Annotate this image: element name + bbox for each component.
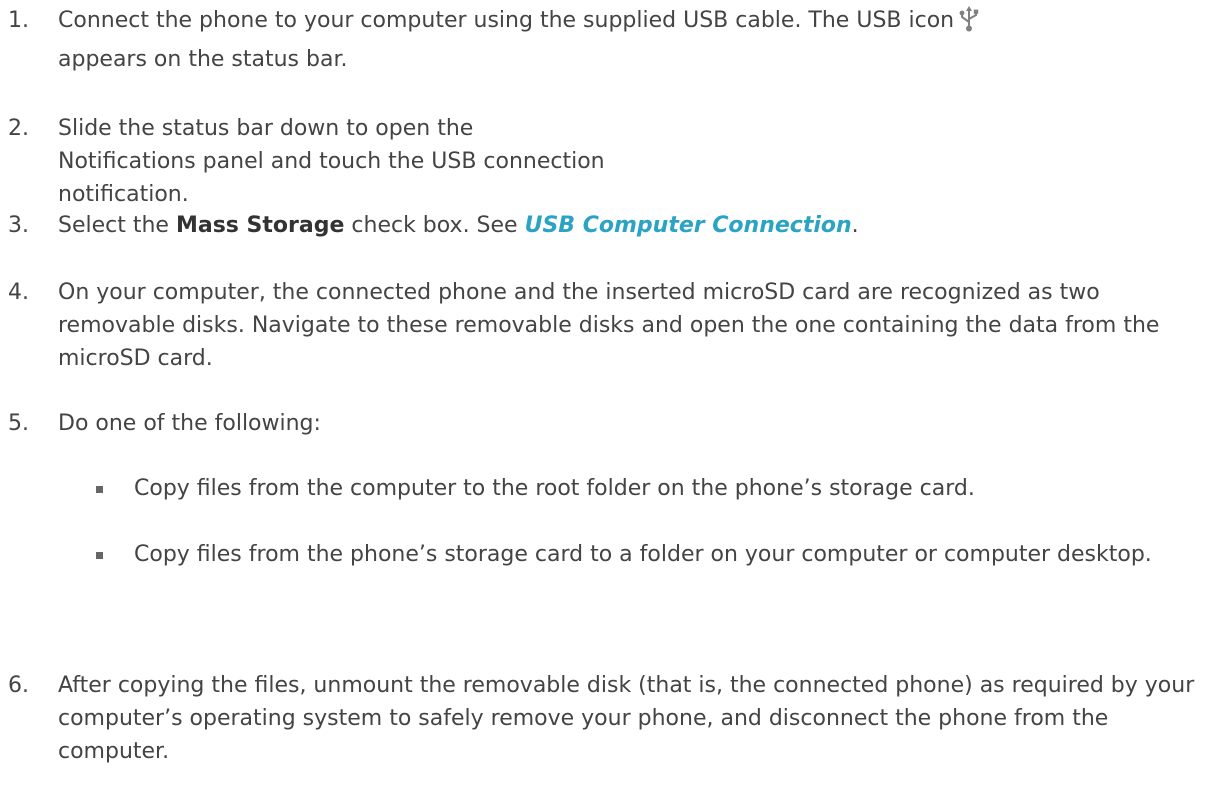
step-number: 3. xyxy=(8,213,29,238)
step-1-text-after-icon: appears on the status bar. xyxy=(58,47,348,72)
step-text: Select the Mass Storage check box. See U… xyxy=(58,209,1195,242)
step-3-text-before: Select the xyxy=(58,213,176,238)
step-3-text-middle: check box. See xyxy=(344,213,525,238)
step-text: After copying the files, unmount the rem… xyxy=(58,673,1195,764)
list-item-text: Copy files from the computer to the root… xyxy=(134,476,975,501)
step-text: On your computer, the connected phone an… xyxy=(58,280,1160,371)
step-number: 4. xyxy=(8,280,29,305)
step-number: 6. xyxy=(8,673,29,698)
step-number: 2. xyxy=(8,116,29,141)
step-text: Slide the status bar down to open the No… xyxy=(58,116,605,207)
step-number: 5. xyxy=(8,411,29,436)
mass-storage-label: Mass Storage xyxy=(175,213,345,238)
list-item-text: Copy files from the phone’s storage card… xyxy=(134,542,1152,567)
instructions-page: 1. Connect the phone to your computer us… xyxy=(0,0,1215,788)
step-number: 1. xyxy=(8,8,29,33)
step-1-text-before-icon: Connect the phone to your computer using… xyxy=(58,8,955,33)
step-3-text-after: . xyxy=(851,213,859,238)
bullet-icon xyxy=(96,552,103,559)
step-text: Do one of the following: xyxy=(58,411,321,436)
usb-computer-connection-link[interactable]: USB Computer Connection xyxy=(525,213,852,238)
step-text: Connect the phone to your computer using… xyxy=(58,4,1195,76)
usb-icon xyxy=(958,5,980,43)
bullet-icon xyxy=(96,486,103,493)
